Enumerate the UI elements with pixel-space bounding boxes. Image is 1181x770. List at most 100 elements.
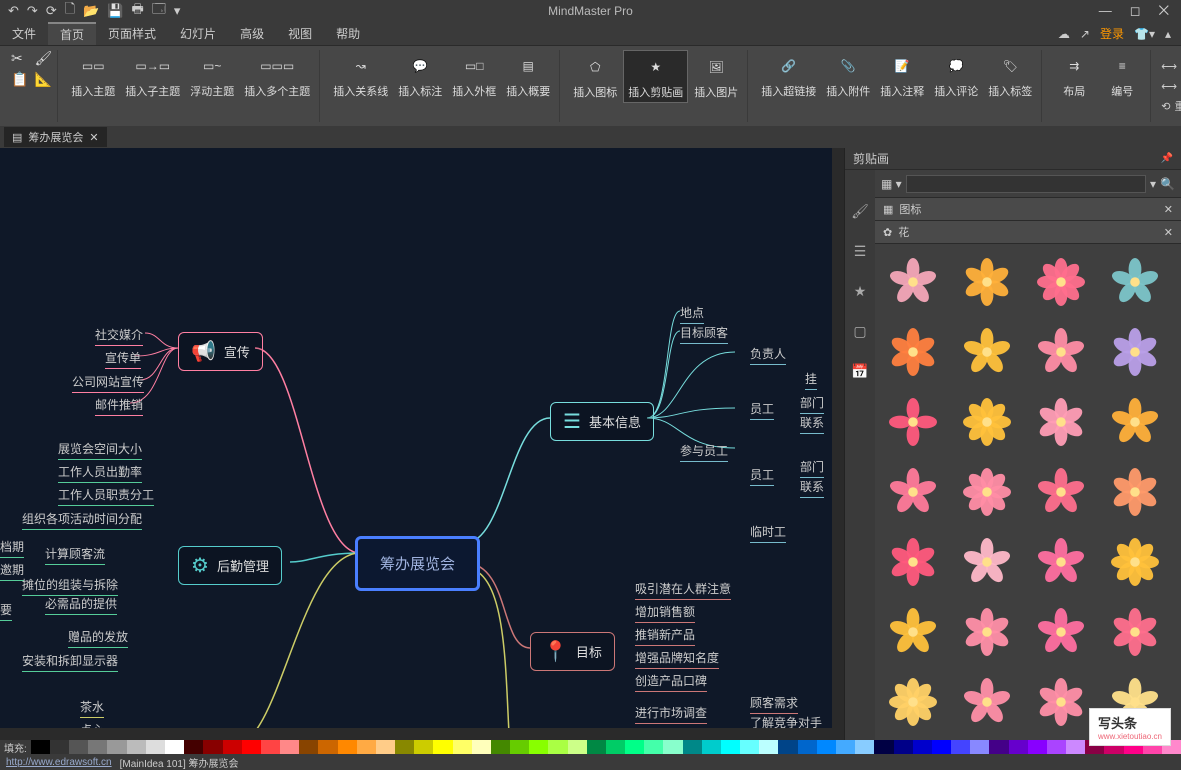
color-swatch[interactable] bbox=[587, 740, 606, 754]
clipart-item[interactable] bbox=[1107, 254, 1163, 310]
clipart-item[interactable] bbox=[1033, 674, 1089, 730]
leaf[interactable]: 部门 bbox=[800, 394, 824, 414]
ribbon-button[interactable]: ▭~浮动主题 bbox=[186, 50, 238, 101]
tab-list-icon[interactable]: ☰ bbox=[849, 240, 871, 262]
menu-slides[interactable]: 幻灯片 bbox=[168, 22, 228, 45]
horizontal-scrollbar[interactable] bbox=[0, 728, 844, 740]
leaf[interactable]: 部门 bbox=[800, 458, 824, 478]
color-swatch[interactable] bbox=[855, 740, 874, 754]
ribbon-button[interactable]: ▭□插入外框 bbox=[448, 50, 500, 101]
color-swatch[interactable] bbox=[625, 740, 644, 754]
clipart-item[interactable] bbox=[1107, 534, 1163, 590]
close-icon[interactable]: ⨉ bbox=[1159, 3, 1169, 19]
color-swatch[interactable] bbox=[1009, 740, 1028, 754]
leaf[interactable]: 推销新产品 bbox=[635, 626, 695, 646]
dropdown-icon[interactable]: ▾ bbox=[174, 3, 181, 19]
clipart-item[interactable] bbox=[885, 464, 941, 520]
color-swatch[interactable] bbox=[529, 740, 548, 754]
color-swatch[interactable] bbox=[280, 740, 299, 754]
color-swatch[interactable] bbox=[606, 740, 625, 754]
vertical-scrollbar[interactable] bbox=[832, 148, 844, 728]
ribbon-button[interactable]: ⇉布局 bbox=[1051, 50, 1097, 101]
ribbon-button[interactable]: ▭▭插入主题 bbox=[67, 50, 119, 101]
leaf[interactable]: 负责人 bbox=[750, 345, 786, 365]
leaf[interactable]: 工作人员出勤率 bbox=[58, 463, 142, 483]
dropdown-icon[interactable]: ▾ bbox=[1150, 177, 1156, 191]
color-swatch[interactable] bbox=[663, 740, 682, 754]
color-swatch[interactable] bbox=[913, 740, 932, 754]
clipart-item[interactable] bbox=[1107, 604, 1163, 660]
cut-icon[interactable]: ✂ bbox=[11, 50, 28, 67]
color-swatch[interactable] bbox=[88, 740, 107, 754]
color-swatch[interactable] bbox=[261, 740, 280, 754]
ribbon-button[interactable]: ▭▭▭插入多个主题 bbox=[240, 50, 314, 101]
menu-home[interactable]: 首页 bbox=[48, 22, 96, 45]
color-swatch[interactable] bbox=[146, 740, 165, 754]
color-swatch[interactable] bbox=[242, 740, 261, 754]
ribbon-button[interactable]: 💭插入评论 bbox=[930, 50, 982, 101]
color-swatch[interactable] bbox=[165, 740, 184, 754]
category-flowers[interactable]: ✿ 花 ✕ bbox=[875, 221, 1181, 244]
search-input[interactable] bbox=[906, 175, 1146, 193]
color-swatch[interactable] bbox=[644, 740, 663, 754]
clipart-item[interactable] bbox=[959, 464, 1015, 520]
color-swatch[interactable] bbox=[548, 740, 567, 754]
center-node[interactable]: 筹办展览会 bbox=[355, 536, 480, 591]
leaf[interactable]: 工作人员职责分工 bbox=[58, 486, 154, 506]
clipart-item[interactable] bbox=[885, 254, 941, 310]
pin-icon[interactable]: 📌 bbox=[1161, 153, 1173, 164]
clipart-item[interactable] bbox=[885, 534, 941, 590]
ribbon-button[interactable]: 🏷插入标签 bbox=[984, 50, 1036, 101]
color-swatch[interactable] bbox=[338, 740, 357, 754]
refresh-icon[interactable]: ⟳ bbox=[46, 3, 57, 19]
shirt-icon[interactable]: 👕▾ bbox=[1134, 27, 1155, 41]
leaf[interactable]: 计算顾客流 bbox=[45, 545, 105, 565]
search-icon[interactable]: 🔍 bbox=[1160, 177, 1175, 191]
ribbon-button[interactable]: 💬插入标注 bbox=[394, 50, 446, 101]
leaf[interactable]: 公司网站宣传 bbox=[72, 373, 144, 393]
leaf[interactable]: 吸引潜在人群注意 bbox=[635, 580, 731, 600]
color-swatch[interactable] bbox=[798, 740, 817, 754]
leaf[interactable]: 邀期 bbox=[0, 561, 24, 581]
redo-icon[interactable]: ↷ bbox=[27, 3, 38, 19]
clipart-item[interactable] bbox=[1107, 324, 1163, 380]
color-swatch[interactable] bbox=[759, 740, 778, 754]
branch-houqin[interactable]: ⚙ 后勤管理 bbox=[178, 546, 282, 585]
clipart-item[interactable] bbox=[1033, 394, 1089, 450]
tab-calendar-icon[interactable]: 📅 bbox=[849, 360, 871, 382]
login-link[interactable]: 登录 bbox=[1100, 25, 1124, 42]
leaf[interactable]: 顾客需求 bbox=[750, 694, 798, 714]
category-icons[interactable]: ▦ 图标 ✕ bbox=[875, 198, 1181, 221]
undo-icon[interactable]: ↶ bbox=[8, 3, 19, 19]
color-swatch[interactable] bbox=[376, 740, 395, 754]
leaf[interactable]: 茶水 bbox=[80, 698, 104, 718]
tab-star-icon[interactable]: ★ bbox=[849, 280, 871, 302]
color-swatch[interactable] bbox=[1066, 740, 1085, 754]
color-swatch[interactable] bbox=[1028, 740, 1047, 754]
save-icon[interactable]: 💾 bbox=[107, 3, 123, 19]
color-swatch[interactable] bbox=[395, 740, 414, 754]
leaf[interactable]: 必需品的提供 bbox=[45, 595, 117, 615]
color-swatch[interactable] bbox=[836, 740, 855, 754]
minimize-icon[interactable]: — bbox=[1099, 3, 1112, 19]
tab-brush-icon[interactable]: 🖌 bbox=[849, 200, 871, 222]
ribbon-button[interactable]: 📝插入注释 bbox=[876, 50, 928, 101]
color-swatch[interactable] bbox=[1047, 740, 1066, 754]
clipart-item[interactable] bbox=[959, 394, 1015, 450]
color-swatch[interactable] bbox=[433, 740, 452, 754]
close-category-icon[interactable]: ✕ bbox=[1164, 226, 1173, 239]
color-swatch[interactable] bbox=[970, 740, 989, 754]
color-swatch[interactable] bbox=[31, 740, 50, 754]
color-swatch[interactable] bbox=[568, 740, 587, 754]
color-swatch[interactable] bbox=[989, 740, 1008, 754]
leaf[interactable]: 联系 bbox=[800, 478, 824, 498]
color-swatch[interactable] bbox=[932, 740, 951, 754]
new-icon[interactable]: 🗋 bbox=[65, 0, 75, 22]
color-swatch[interactable] bbox=[127, 740, 146, 754]
grid-icon[interactable]: ▦ ▾ bbox=[881, 177, 902, 191]
ribbon-button[interactable]: ▭→▭插入子主题 bbox=[121, 50, 184, 101]
leaf[interactable]: 员工 bbox=[750, 400, 774, 420]
print-icon[interactable]: 🖶 bbox=[132, 0, 144, 22]
leaf[interactable]: 增加销售额 bbox=[635, 603, 695, 623]
leaf[interactable]: 要 bbox=[0, 601, 12, 621]
